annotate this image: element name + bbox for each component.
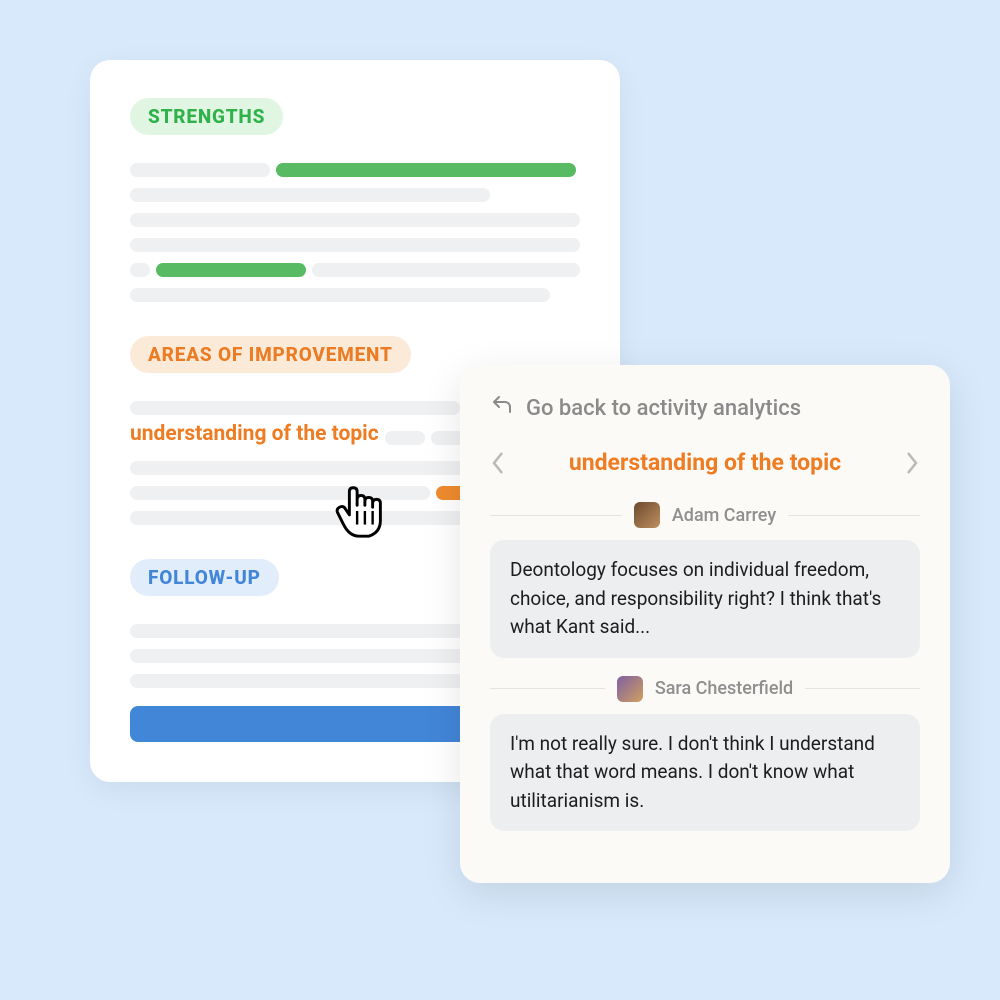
- improvement-pill: AREAS OF IMPROVEMENT: [130, 336, 411, 373]
- message-bubble: I'm not really sure. I don't think I und…: [490, 714, 920, 832]
- chevron-left-icon[interactable]: [490, 450, 506, 476]
- return-icon: [490, 393, 514, 423]
- strengths-pill: STRENGTHS: [130, 98, 283, 135]
- go-back-link[interactable]: Go back to activity analytics: [490, 393, 920, 423]
- strengths-lines: [130, 163, 580, 302]
- user-separator: Adam Carrey: [490, 502, 920, 528]
- topic-detail-panel: Go back to activity analytics understand…: [460, 365, 950, 883]
- go-back-label: Go back to activity analytics: [526, 396, 801, 421]
- user-name: Sara Chesterfield: [655, 678, 793, 699]
- user-separator: Sara Chesterfield: [490, 676, 920, 702]
- message-bubble: Deontology focuses on individual freedom…: [490, 540, 920, 658]
- followup-pill: FOLLOW-UP: [130, 559, 279, 596]
- avatar: [617, 676, 643, 702]
- highlighted-topic-link[interactable]: understanding of the topic: [130, 422, 379, 446]
- chevron-right-icon[interactable]: [904, 450, 920, 476]
- user-name: Adam Carrey: [672, 505, 776, 526]
- topic-title: understanding of the topic: [506, 449, 904, 476]
- avatar: [634, 502, 660, 528]
